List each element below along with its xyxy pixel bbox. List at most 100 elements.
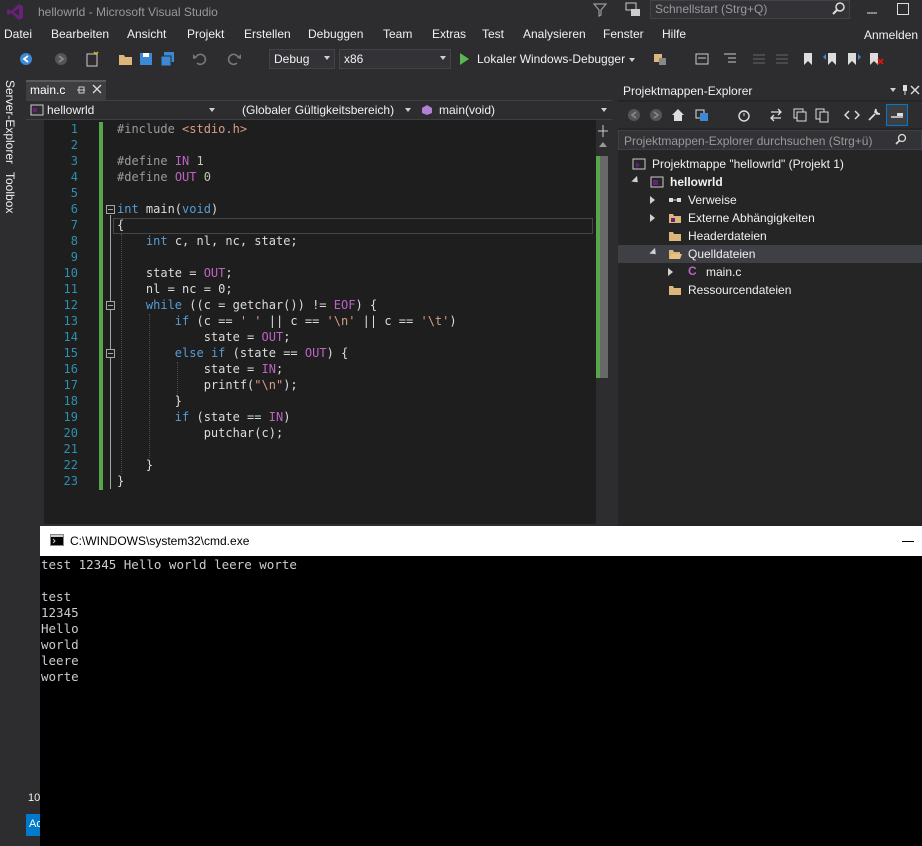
forward-icon[interactable] [648, 107, 664, 123]
sync-icon[interactable] [768, 107, 784, 123]
collapsed-arrow-icon[interactable] [668, 268, 673, 276]
switch-views-icon[interactable] [694, 107, 710, 123]
menu-projekt[interactable]: Projekt [187, 27, 224, 41]
maximize-icon[interactable] [896, 2, 910, 16]
menu-hilfe[interactable]: Hilfe [662, 27, 686, 41]
solution-search-input[interactable]: Projektmappen-Explorer durchsuchen (Strg… [618, 130, 922, 150]
code-line[interactable]: if (state == IN) [117, 410, 291, 424]
prev-bookmark-icon[interactable] [822, 51, 838, 67]
code-line[interactable]: #include <stdio.h> [117, 122, 247, 136]
code-line[interactable]: #define IN 1 [117, 154, 204, 168]
forward-icon[interactable] [53, 51, 69, 67]
menu-erstellen[interactable]: Erstellen [244, 27, 291, 41]
open-file-icon[interactable] [118, 51, 134, 67]
collapsed-arrow-icon[interactable] [650, 214, 655, 222]
tree-item-main-c[interactable]: main.c [706, 265, 741, 279]
code-line[interactable]: } [117, 474, 124, 488]
tree-item-resource-files[interactable]: Ressourcendateien [688, 283, 791, 297]
scroll-up-icon[interactable] [599, 142, 607, 147]
server-explorer-tab[interactable]: Server-Explorer [3, 80, 17, 164]
scope-select[interactable]: (Globaler Gültigkeitsbereich) [242, 101, 412, 119]
clear-bookmarks-icon[interactable] [868, 51, 884, 67]
menu-datei[interactable]: Datei [4, 27, 32, 41]
tree-item-external-deps[interactable]: Externe Abhängigkeiten [688, 211, 815, 225]
sign-in-link[interactable]: Anmelden [864, 28, 918, 42]
code-line[interactable]: int c, nl, nc, state; [117, 234, 298, 248]
next-bookmark-icon[interactable] [846, 51, 862, 67]
back-icon[interactable] [626, 107, 642, 123]
chevron-down-icon[interactable] [890, 88, 896, 92]
split-window-icon[interactable] [597, 124, 609, 138]
code-line[interactable]: int main(void) [117, 202, 218, 216]
chevron-down-icon[interactable] [629, 58, 635, 62]
redo-icon[interactable] [226, 51, 242, 67]
platform-select[interactable]: x86 [339, 49, 451, 69]
project-select[interactable]: hellowrld [47, 101, 217, 119]
tree-item-solution[interactable]: Projektmappe "hellowrld" (Projekt 1) [652, 157, 844, 171]
menu-team[interactable]: Team [383, 27, 412, 41]
code-line[interactable]: putchar(c); [117, 426, 283, 440]
pending-changes-icon[interactable] [736, 107, 752, 123]
menu-extras[interactable]: Extras [432, 27, 466, 41]
bookmark-icon[interactable] [800, 51, 816, 67]
undo-icon[interactable] [192, 51, 208, 67]
pin-icon[interactable] [900, 84, 910, 96]
fold-toggle[interactable] [106, 301, 115, 310]
member-select[interactable]: main(void) [439, 101, 609, 119]
collapse-all-icon[interactable] [792, 107, 808, 123]
home-icon[interactable] [670, 107, 686, 123]
show-all-files-icon[interactable] [814, 107, 830, 123]
code-line[interactable]: while ((c = getchar()) != EOF) { [117, 298, 377, 312]
notifications-icon[interactable] [624, 2, 642, 18]
menu-analysieren[interactable]: Analysieren [523, 27, 586, 41]
console-window[interactable] [40, 526, 922, 846]
feedback-filter-icon[interactable] [592, 2, 608, 18]
code-line[interactable]: #define OUT 0 [117, 170, 211, 184]
toolbox-tab[interactable]: Toolbox [3, 172, 17, 213]
tree-item-references[interactable]: Verweise [688, 193, 737, 207]
close-icon[interactable] [92, 84, 102, 94]
indent-icon[interactable] [722, 51, 738, 67]
properties-icon[interactable] [866, 107, 882, 123]
minimize-icon[interactable] [902, 541, 914, 542]
menu-bearbeiten[interactable]: Bearbeiten [51, 27, 109, 41]
uncomment-icon[interactable] [774, 51, 790, 67]
code-line[interactable]: if (c == ' ' || c == '\n' || c == '\t') [117, 314, 457, 328]
view-code-icon[interactable] [844, 107, 860, 123]
menu-test[interactable]: Test [482, 27, 504, 41]
code-line[interactable]: state = OUT; [117, 330, 291, 344]
menu-debuggen[interactable]: Debuggen [308, 27, 363, 41]
attach-icon[interactable] [652, 51, 668, 67]
menu-ansicht[interactable]: Ansicht [127, 27, 166, 41]
close-icon[interactable] [910, 85, 920, 95]
solution-config-icon[interactable] [694, 51, 710, 67]
comment-icon[interactable] [751, 51, 767, 67]
collapsed-arrow-icon[interactable] [650, 196, 655, 204]
quick-launch-input[interactable]: Schnellstart (Strg+Q) [650, 0, 850, 19]
code-line[interactable]: nl = nc = 0; [117, 282, 233, 296]
code-line[interactable]: printf("\n"); [117, 378, 298, 392]
code-line[interactable]: { [117, 218, 124, 232]
tree-item-source-files[interactable]: Quelldateien [688, 247, 755, 261]
back-icon[interactable] [18, 51, 34, 67]
save-all-icon[interactable] [160, 51, 176, 67]
code-line[interactable]: } [117, 394, 182, 408]
tree-item-header-files[interactable]: Headerdateien [688, 229, 767, 243]
preview-selected-button[interactable] [886, 104, 908, 126]
new-project-icon[interactable] [84, 51, 100, 67]
code-line[interactable]: } [117, 458, 153, 472]
minimize-icon[interactable] [866, 3, 878, 15]
code-line[interactable]: else if (state == OUT) { [117, 346, 348, 360]
code-line[interactable]: state = IN; [117, 362, 284, 376]
fold-toggle[interactable] [106, 205, 115, 214]
search-icon[interactable] [895, 133, 907, 145]
search-icon[interactable] [832, 1, 846, 15]
tree-item-project[interactable]: hellowrld [670, 175, 723, 189]
pin-icon[interactable] [76, 85, 86, 95]
save-icon[interactable] [138, 51, 154, 67]
code-line[interactable]: state = OUT; [117, 266, 233, 280]
scrollbar-thumb[interactable] [600, 156, 608, 378]
menu-fenster[interactable]: Fenster [603, 27, 644, 41]
configuration-select[interactable]: Debug [269, 49, 335, 69]
fold-toggle[interactable] [106, 349, 115, 358]
